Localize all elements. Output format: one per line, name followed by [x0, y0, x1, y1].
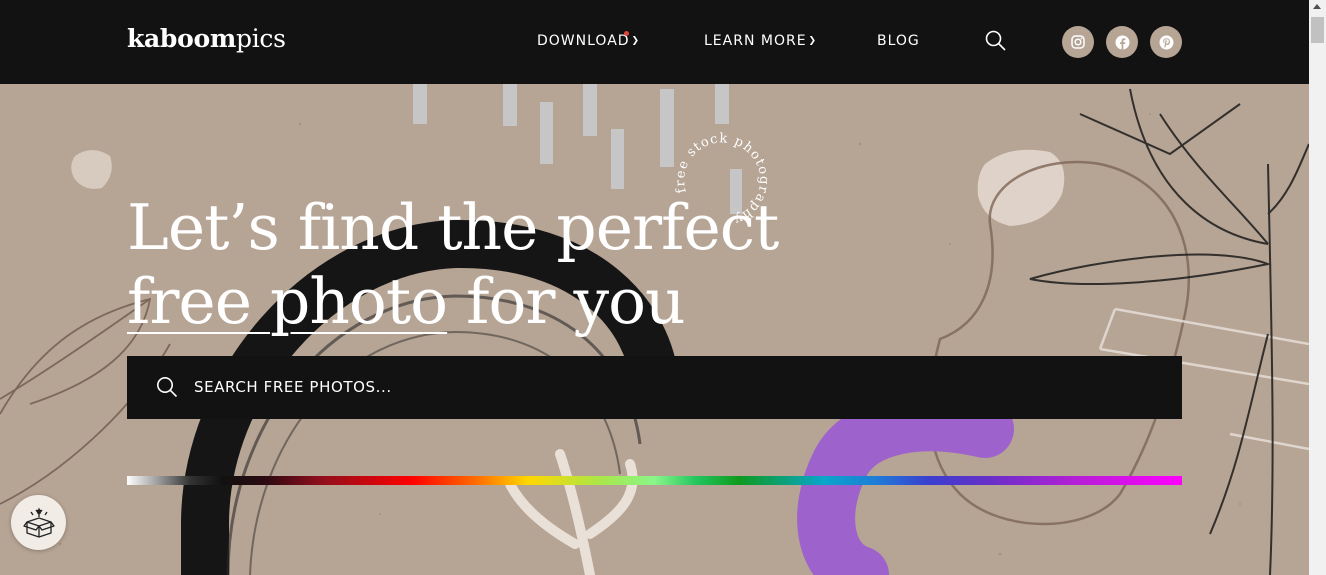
pinterest-button[interactable]	[1150, 26, 1182, 58]
nav-blog-label: BLOG	[877, 33, 920, 49]
hero-headline: Let’s find the perfect free photo for yo…	[127, 191, 779, 339]
headline-underlined[interactable]: free photo	[127, 265, 448, 338]
logo-bold-text: kaboom	[127, 24, 237, 53]
instagram-button[interactable]	[1062, 26, 1094, 58]
nav-learn-more[interactable]: LEARN MORE ❯	[704, 33, 817, 49]
nav-blog[interactable]: BLOG	[877, 33, 920, 49]
facebook-icon	[1115, 35, 1129, 50]
headline-line-2: free photo for you	[127, 265, 778, 339]
chevron-down-icon: ❯	[631, 36, 641, 46]
search-icon	[157, 377, 178, 398]
site-header: kaboompics DOWNLOAD ❯ LEARN MORE ❯ BLOG	[0, 0, 1309, 84]
gift-box-button[interactable]	[11, 495, 66, 550]
chevron-down-icon: ❯	[808, 36, 818, 46]
nav-download-label: DOWNLOAD	[537, 33, 630, 49]
headline-line-1: Let’s find the perfect	[127, 191, 779, 264]
scrollbar-thumb[interactable]	[1311, 17, 1324, 43]
hero-search-bar[interactable]: SEARCH FREE PHOTOS...	[127, 356, 1182, 419]
pinterest-icon	[1159, 35, 1173, 49]
instagram-icon	[1071, 35, 1085, 49]
nav-download[interactable]: DOWNLOAD ❯	[537, 31, 641, 49]
search-input[interactable]: SEARCH FREE PHOTOS...	[194, 378, 392, 396]
logo[interactable]: kaboompics	[127, 24, 286, 53]
facebook-button[interactable]	[1106, 26, 1138, 58]
nav-learn-more-label: LEARN MORE	[704, 33, 807, 49]
hero-section: free stock photography Let’s find the pe…	[0, 84, 1309, 575]
search-icon[interactable]	[985, 30, 1007, 57]
logo-light-text: pics	[236, 24, 286, 53]
headline-rest: for you	[447, 265, 685, 338]
gift-box-icon	[22, 507, 55, 538]
color-filter-bar[interactable]	[127, 476, 1182, 485]
notification-dot	[624, 31, 629, 36]
page-scrollbar[interactable]	[1309, 0, 1326, 575]
scroll-up-arrow-icon[interactable]	[1313, 4, 1321, 9]
